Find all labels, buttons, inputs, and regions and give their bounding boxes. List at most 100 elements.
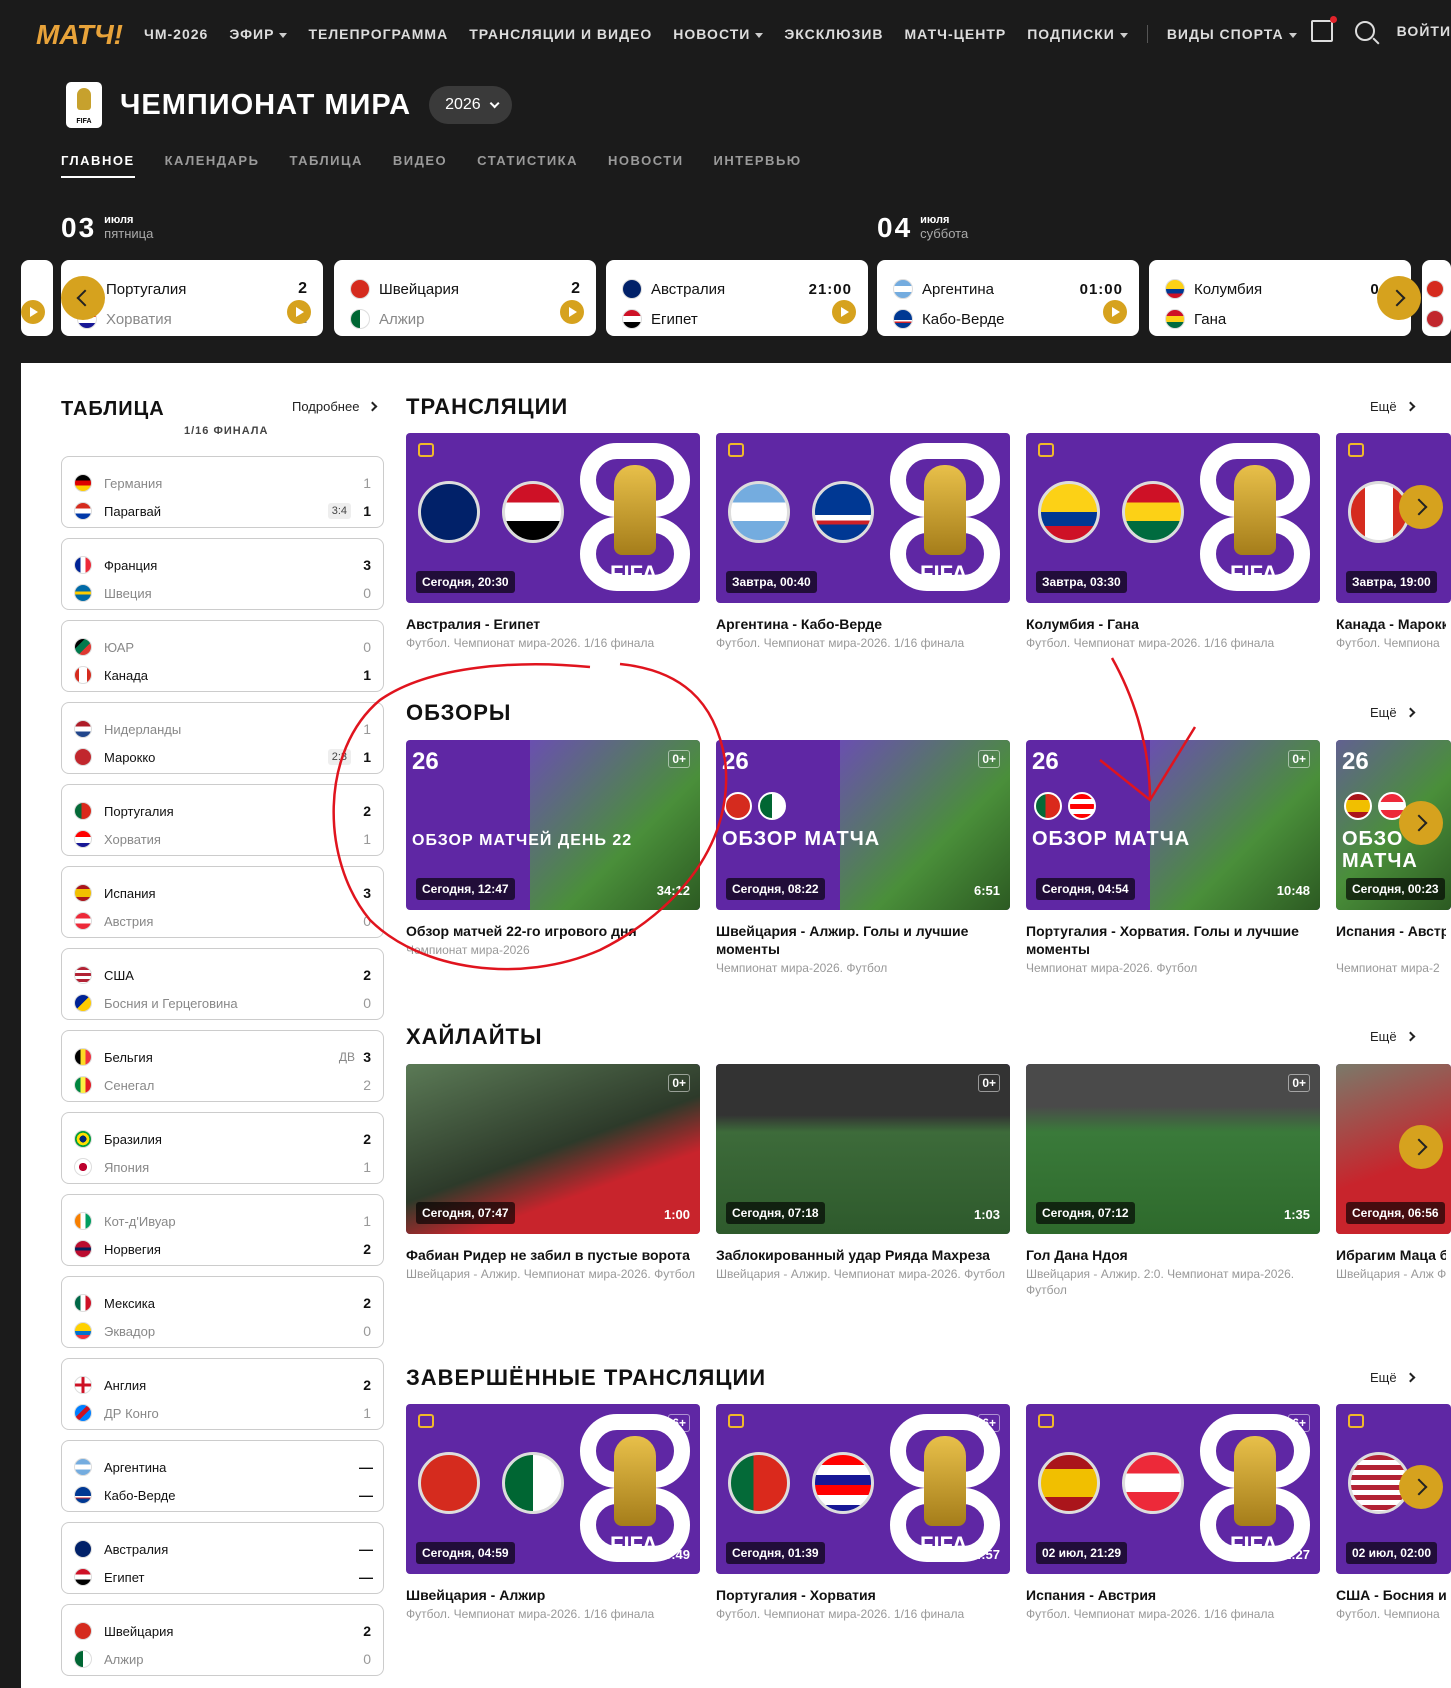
- result-card[interactable]: Испания 3 Австрия 0: [61, 866, 384, 938]
- highlights-video-card[interactable]: 0+ Сегодня, 07:12 1:35: [1026, 1064, 1320, 1234]
- video-title[interactable]: Канада - Марокк: [1336, 615, 1446, 633]
- tab-table[interactable]: ТАБЛИЦА: [289, 153, 362, 178]
- match-card[interactable]: Австралия 21:00 Египет: [606, 260, 868, 336]
- match-logo[interactable]: МАТЧ!: [36, 20, 130, 48]
- result-card[interactable]: Англия 2 ДР Конго 1: [61, 1358, 384, 1430]
- nav-news[interactable]: НОВОСТИ: [673, 25, 763, 43]
- result-card[interactable]: Германия 1 Парагвай 3:4 1: [61, 456, 384, 528]
- ghana-flag-icon: [1165, 309, 1185, 329]
- nav-streams[interactable]: ТРАНСЛЯЦИИ И ВИДЕО: [469, 25, 652, 43]
- search-icon[interactable]: [1354, 21, 1375, 41]
- main-menu: ЧМ-2026 ЭФИР ТЕЛЕПРОГРАММА ТРАНСЛЯЦИИ И …: [144, 25, 1297, 43]
- nav-efir[interactable]: ЭФИР: [229, 25, 287, 43]
- fifa-2026-logo-icon: 26: [412, 748, 439, 775]
- play-icon[interactable]: [560, 300, 584, 324]
- reviews-video-card[interactable]: 26 ОБЗОР МАТЧА 0+ Сегодня, 04:54 10:48: [1026, 740, 1320, 910]
- reviews-video-card[interactable]: 26 ОБЗОР МАТЧЕЙ ДЕНЬ 22 0+ Сегодня, 12:47 34…: [406, 740, 700, 910]
- video-title[interactable]: Фабиан Ридер не забил в пустые ворота: [406, 1246, 696, 1264]
- video-title[interactable]: Гол Дана Ндоя: [1026, 1246, 1316, 1264]
- team-score: 1: [363, 503, 371, 519]
- nav-subscriptions[interactable]: ПОДПИСКИ: [1027, 25, 1128, 43]
- match-card-partial[interactable]: [21, 260, 53, 336]
- broadcasts-video-card[interactable]: FIFA Завтра, 03:30: [1026, 433, 1320, 603]
- team-flag-icon: [74, 1458, 92, 1476]
- nav-sports[interactable]: ВИДЫ СПОРТА: [1167, 25, 1297, 43]
- nav-match-center[interactable]: МАТЧ-ЦЕНТР: [905, 25, 1007, 43]
- result-card[interactable]: Франция 3 Швеция 0: [61, 538, 384, 610]
- nav-tv[interactable]: ТЕЛЕПРОГРАММА: [308, 25, 448, 43]
- match-card[interactable]: Колумбия04: Гана: [1149, 260, 1411, 336]
- video-title[interactable]: Австралия - Египет: [406, 615, 696, 633]
- result-card[interactable]: Мексика 2 Эквадор 0: [61, 1276, 384, 1348]
- carousel-next-button[interactable]: [1399, 801, 1443, 845]
- result-card[interactable]: Кот-д'Ивуар 1 Норвегия 2: [61, 1194, 384, 1266]
- nav-wc2026[interactable]: ЧМ-2026: [144, 25, 208, 43]
- match-card-partial[interactable]: [1422, 260, 1451, 336]
- video-title[interactable]: Обзор матчей 22-го игрового дня: [406, 922, 696, 940]
- tab-stats[interactable]: СТАТИСТИКА: [477, 153, 578, 178]
- video-title[interactable]: Испания - Австр моменты: [1336, 922, 1446, 940]
- result-card[interactable]: Аргентина — Кабо-Верде —: [61, 1440, 384, 1512]
- play-icon[interactable]: [1103, 300, 1127, 324]
- more-label: Ещё: [1370, 1029, 1397, 1044]
- carousel-next-button[interactable]: [1399, 1125, 1443, 1169]
- tab-news[interactable]: НОВОСТИ: [608, 153, 684, 178]
- nav-exclusive[interactable]: ЭКСКЛЮЗИВ: [784, 25, 883, 43]
- result-card[interactable]: Португалия 2 Хорватия 1: [61, 784, 384, 856]
- video-title[interactable]: Колумбия - Гана: [1026, 615, 1316, 633]
- result-card[interactable]: Бразилия 2 Япония 1: [61, 1112, 384, 1184]
- video-title[interactable]: Швейцария - Алжир: [406, 1586, 696, 1604]
- time-badge: Сегодня, 20:30: [416, 571, 515, 593]
- finished-video-card[interactable]: FIFA 6+ Сегодня, 01:39 2:34:57: [716, 1404, 1010, 1574]
- broadcasts-video-card[interactable]: FIFA Сегодня, 20:30: [406, 433, 700, 603]
- result-card[interactable]: Австралия — Египет —: [61, 1522, 384, 1594]
- table-more-link[interactable]: Подробнее: [292, 399, 378, 414]
- video-title[interactable]: Заблокированный удар Рияда Махреза: [716, 1246, 1006, 1264]
- next-arrow-button[interactable]: [1377, 276, 1421, 320]
- highlights-video-card[interactable]: 0+ Сегодня, 07:47 1:00: [406, 1064, 700, 1234]
- tab-main[interactable]: ГЛАВНОЕ: [61, 153, 135, 178]
- play-icon[interactable]: [832, 300, 856, 324]
- carousel-next-button[interactable]: [1399, 485, 1443, 529]
- finished-video-card[interactable]: FIFA 6+ Сегодня, 04:59 2:58:49: [406, 1404, 700, 1574]
- result-card[interactable]: ЮАР 0 Канада 1: [61, 620, 384, 692]
- carousel-next-button[interactable]: [1399, 1465, 1443, 1509]
- video-title[interactable]: Португалия - Хорватия. Голы и лучшие мом…: [1026, 922, 1316, 958]
- result-card[interactable]: Швейцария 2 Алжир 0: [61, 1604, 384, 1676]
- tab-calendar[interactable]: КАЛЕНДАРЬ: [165, 153, 260, 178]
- more-link[interactable]: Ещё: [1370, 1029, 1416, 1044]
- video-title[interactable]: Португалия - Хорватия: [716, 1586, 1006, 1604]
- result-card[interactable]: США 2 Босния и Герцеговина 0: [61, 948, 384, 1020]
- video-title[interactable]: Швейцария - Алжир. Голы и лучшие моменты: [716, 922, 1006, 958]
- time-badge: Сегодня, 12:47: [416, 878, 515, 900]
- tab-video[interactable]: ВИДЕО: [393, 153, 447, 178]
- more-link[interactable]: Ещё: [1370, 705, 1416, 720]
- broadcasts-video-card[interactable]: FIFA Завтра, 00:40: [716, 433, 1010, 603]
- match-card[interactable]: Швейцария2 Алжир0: [334, 260, 596, 336]
- team-flag-icon: [74, 1568, 92, 1586]
- fifa-2026-logo-icon: 26: [1342, 748, 1369, 775]
- team-name: Аргентина: [922, 280, 994, 298]
- reviews-video-card[interactable]: 26 ОБЗОР МАТЧА 0+ Сегодня, 08:22 6:51: [716, 740, 1010, 910]
- duration: 34:12: [656, 883, 690, 898]
- play-icon[interactable]: [287, 300, 311, 324]
- video-title[interactable]: Ибрагим Маца б: [1336, 1246, 1446, 1264]
- video-title[interactable]: Испания - Австрия: [1026, 1586, 1316, 1604]
- result-card[interactable]: Нидерланды 1 Марокко 2:3 1: [61, 702, 384, 774]
- video-title[interactable]: Аргентина - Кабо-Верде: [716, 615, 1006, 633]
- play-icon[interactable]: [21, 300, 45, 324]
- video-title[interactable]: США - Босния и: [1336, 1586, 1446, 1604]
- finished-video-card[interactable]: FIFA 6+ 02 июл, 21:29 2:31:27: [1026, 1404, 1320, 1574]
- more-link[interactable]: Ещё: [1370, 1370, 1416, 1385]
- match-time: 21:00: [808, 280, 852, 298]
- result-card[interactable]: Бельгия ДВ 3 Сенегал 2: [61, 1030, 384, 1102]
- gift-icon[interactable]: [1310, 16, 1337, 42]
- year-select[interactable]: 2026: [429, 86, 512, 124]
- highlights-video-card[interactable]: 0+ Сегодня, 07:18 1:03: [716, 1064, 1010, 1234]
- tab-interviews[interactable]: ИНТЕРВЬЮ: [714, 153, 802, 178]
- login-button[interactable]: ВОЙТИ: [1397, 23, 1451, 39]
- more-link[interactable]: Ещё: [1370, 399, 1416, 414]
- prev-arrow-button[interactable]: [61, 276, 105, 320]
- team-name: Аргентина: [104, 1459, 167, 1475]
- match-card[interactable]: Аргентина 01:00 Кабо-Верде: [877, 260, 1139, 336]
